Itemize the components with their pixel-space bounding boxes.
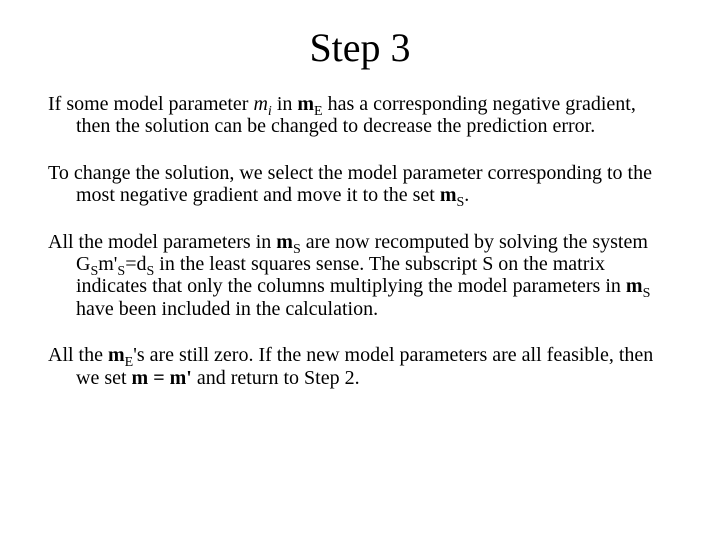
paragraph-4: All the mE's are still zero. If the new …	[48, 344, 672, 389]
p2-text-a: To change the solution, we select the mo…	[48, 162, 652, 206]
paragraph-1: If some model parameter mi in mE has a c…	[48, 93, 672, 138]
p1-mE: m	[297, 93, 314, 115]
p3-text-d: have been included in the calculation.	[76, 298, 378, 320]
p1-m-italic: m	[253, 93, 267, 115]
p3-mS2-sub: S	[643, 286, 651, 301]
p3-mS2: m	[626, 275, 643, 297]
slide: Step 3 If some model parameter mi in mE …	[0, 0, 720, 540]
p1-text-b: in	[272, 93, 298, 115]
p1-text-a: If some model parameter	[48, 93, 253, 115]
p4-mE: m	[108, 344, 125, 366]
paragraph-2: To change the solution, we select the mo…	[48, 162, 672, 207]
p3-eq-m: m'	[98, 253, 117, 275]
slide-title: Step 3	[48, 24, 672, 71]
p4-text-a: All the	[48, 344, 108, 366]
p3-eq-G: G	[76, 253, 90, 275]
p3-mS: m	[276, 231, 293, 253]
p3-text-c: in the least squares sense. The subscrip…	[76, 253, 626, 297]
p4-text-c: and return to Step 2.	[192, 367, 360, 389]
p3-eq-d: =d	[125, 253, 146, 275]
p2-text-b: .	[464, 184, 469, 206]
p4-m-eq: m = m'	[132, 367, 192, 389]
p2-mS: m	[440, 184, 457, 206]
p3-text-a: All the model parameters in	[48, 231, 276, 253]
paragraph-3: All the model parameters in mS are now r…	[48, 231, 672, 321]
p3-text-b: are now recomputed by solving the system	[301, 231, 648, 253]
